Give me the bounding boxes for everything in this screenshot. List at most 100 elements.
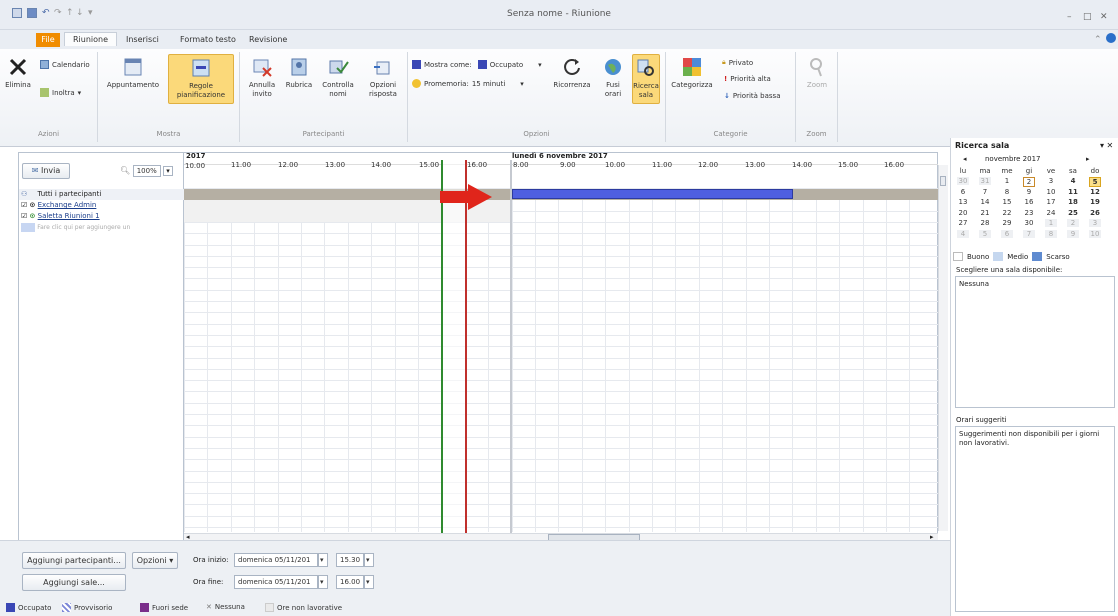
calendar-day[interactable]: 8	[1001, 188, 1013, 196]
calendar-day[interactable]: 29	[1001, 219, 1013, 227]
attendee-row[interactable]: ☑ ⊙ Exchange Admin	[19, 200, 185, 211]
add-rooms-button[interactable]: Aggiungi sale...	[22, 574, 126, 591]
start-time-line[interactable]	[441, 160, 443, 534]
start-time-dropdown[interactable]: ▾	[364, 553, 374, 567]
calendar-day[interactable]: 7	[1023, 229, 1035, 238]
opzioni-button[interactable]: Opzioni ▾	[132, 552, 178, 569]
ricerca-sala-button[interactable]: Ricerca sala	[632, 54, 660, 104]
calendar-day[interactable]: 30	[1023, 219, 1035, 227]
close-button[interactable]: ✕	[1100, 12, 1108, 22]
end-date-input[interactable]: domenica 05/11/201	[234, 575, 318, 589]
regole-pianificazione-button[interactable]: Regole pianificazione	[168, 54, 234, 104]
opzioni-risposta-button[interactable]: Opzioni risposta	[362, 56, 404, 99]
start-date-input[interactable]: domenica 05/11/201	[234, 553, 318, 567]
tab-riunione[interactable]: Riunione	[64, 32, 118, 46]
calendar-day[interactable]: 24	[1045, 209, 1057, 217]
calendar-day[interactable]: 12	[1089, 188, 1101, 196]
ricorrenza-button[interactable]: Ricorrenza	[550, 56, 594, 90]
calendar-day[interactable]: 17	[1045, 198, 1057, 206]
calendar-day[interactable]: 13	[957, 198, 969, 206]
calendar-day[interactable]: 4	[1067, 177, 1079, 185]
calendar-day[interactable]: 15	[1001, 198, 1013, 206]
calendar-day[interactable]: 10	[1045, 188, 1057, 196]
calendar-day[interactable]: 16	[1023, 198, 1035, 206]
calendar-day[interactable]: 1	[1001, 177, 1013, 185]
checkbox-icon[interactable]: ☑	[21, 201, 27, 209]
tab-file[interactable]: File	[36, 33, 60, 47]
controlla-nomi-button[interactable]: Controlla nomi	[318, 56, 358, 99]
calendar-day[interactable]: 9	[1067, 229, 1079, 238]
calendar-day[interactable]: 18	[1067, 198, 1079, 206]
suggested-times-list[interactable]: Suggerimenti non disponibili per i giorn…	[955, 426, 1115, 612]
calendar-day[interactable]: 30	[957, 177, 969, 185]
calendar-day[interactable]: 22	[1001, 209, 1013, 217]
start-time-input[interactable]: 15.30	[336, 553, 364, 567]
tab-formato-testo[interactable]: Formato testo	[180, 35, 236, 44]
tab-revisione[interactable]: Revisione	[249, 35, 287, 44]
inoltra-button[interactable]: Inoltra ▾	[40, 88, 81, 97]
prev-month-icon[interactable]: ◂	[963, 155, 967, 163]
zoom-button[interactable]: Zoom	[802, 56, 832, 90]
meeting-time-selection[interactable]	[442, 160, 467, 534]
attendee-name[interactable]: Exchange Admin	[38, 201, 97, 209]
calendario-button[interactable]: Calendario	[40, 60, 90, 69]
minimize-button[interactable]: –	[1067, 12, 1072, 22]
next-month-icon[interactable]: ▸	[1086, 155, 1090, 163]
end-time-input[interactable]: 16.00	[336, 575, 364, 589]
calendar-day[interactable]: 26	[1089, 209, 1101, 217]
calendar-day[interactable]: 2	[1023, 177, 1035, 187]
fusi-orari-button[interactable]: Fusi orari	[600, 56, 626, 99]
categorizza-button[interactable]: Categorizza	[670, 56, 714, 90]
calendar-day[interactable]: 21	[979, 209, 991, 217]
promemoria-select[interactable]: 15 minuti	[472, 80, 505, 88]
calendar-day[interactable]: 27	[957, 219, 969, 227]
calendar-day[interactable]: 3	[1089, 219, 1101, 227]
attendee-name[interactable]: Saletta Riunioni 1	[38, 212, 100, 220]
calendar-day[interactable]: 9	[1023, 188, 1035, 196]
calendar-day[interactable]: 10	[1089, 229, 1101, 238]
calendar-day[interactable]: 20	[957, 209, 969, 217]
vertical-scrollbar[interactable]	[938, 165, 948, 531]
calendar-day[interactable]: 14	[979, 198, 991, 206]
calendar-day[interactable]: 8	[1045, 229, 1057, 238]
room-list[interactable]: Nessuna	[955, 276, 1115, 408]
start-date-dropdown[interactable]: ▾	[318, 553, 328, 567]
appuntamento-button[interactable]: Appuntamento	[104, 56, 162, 90]
calendar-day[interactable]: 1	[1045, 219, 1057, 227]
maximize-button[interactable]: □	[1083, 12, 1092, 22]
elimina-button[interactable]: Elimina	[3, 56, 33, 90]
calendar-day[interactable]: 5	[979, 229, 991, 238]
calendar-day[interactable]: 3	[1045, 177, 1057, 185]
pane-menu-icon[interactable]: ▾ ✕	[1100, 141, 1113, 150]
end-time-dropdown[interactable]: ▾	[364, 575, 374, 589]
calendar-day[interactable]: 25	[1067, 209, 1079, 217]
privato-button[interactable]: 🔒︎ Privato	[722, 58, 753, 67]
calendar-day[interactable]: 2	[1067, 219, 1079, 227]
priorita-bassa-button[interactable]: ↓ Priorità bassa	[724, 92, 780, 100]
calendar-day[interactable]: 19	[1089, 198, 1101, 206]
tab-inserisci[interactable]: Inserisci	[126, 35, 159, 44]
calendar-day[interactable]: 7	[979, 188, 991, 196]
ribbon-minimize-icon[interactable]: ⌃	[1094, 35, 1102, 45]
calendar-day[interactable]: 4	[957, 229, 969, 238]
calendar-day[interactable]: 5	[1089, 177, 1101, 187]
rubrica-button[interactable]: Rubrica	[284, 56, 314, 90]
end-time-line[interactable]	[465, 160, 467, 534]
priorita-alta-button[interactable]: ! Priorità alta	[724, 75, 771, 83]
calendar-day[interactable]: 11	[1067, 188, 1079, 196]
add-attendees-button[interactable]: Aggiungi partecipanti...	[22, 552, 126, 569]
calendar-day[interactable]: 6	[957, 188, 969, 196]
attendee-row[interactable]: ☑ ⊙ Saletta Riunioni 1	[19, 211, 185, 222]
help-icon[interactable]	[1106, 33, 1116, 43]
calendar-day[interactable]: 23	[1023, 209, 1035, 217]
mini-calendar[interactable]: lu ma me gi ve sa do 30 31 1 2 3 4 5 6 7 8 9 10 11 12 13 14 15 1…	[955, 167, 1115, 247]
end-date-dropdown[interactable]: ▾	[318, 575, 328, 589]
vscroll-thumb[interactable]	[940, 176, 946, 186]
calendar-day[interactable]: 6	[1001, 229, 1013, 238]
add-attendee-row[interactable]: Fare clic qui per aggiungere un	[19, 222, 185, 233]
add-attendee-input[interactable]: Fare clic qui per aggiungere un	[37, 224, 130, 231]
calendar-day[interactable]: 28	[979, 219, 991, 227]
annulla-invito-button[interactable]: Annulla invito	[244, 56, 280, 99]
mostra-come-select[interactable]: Occupato	[490, 61, 523, 69]
calendar-day[interactable]: 31	[979, 177, 991, 185]
